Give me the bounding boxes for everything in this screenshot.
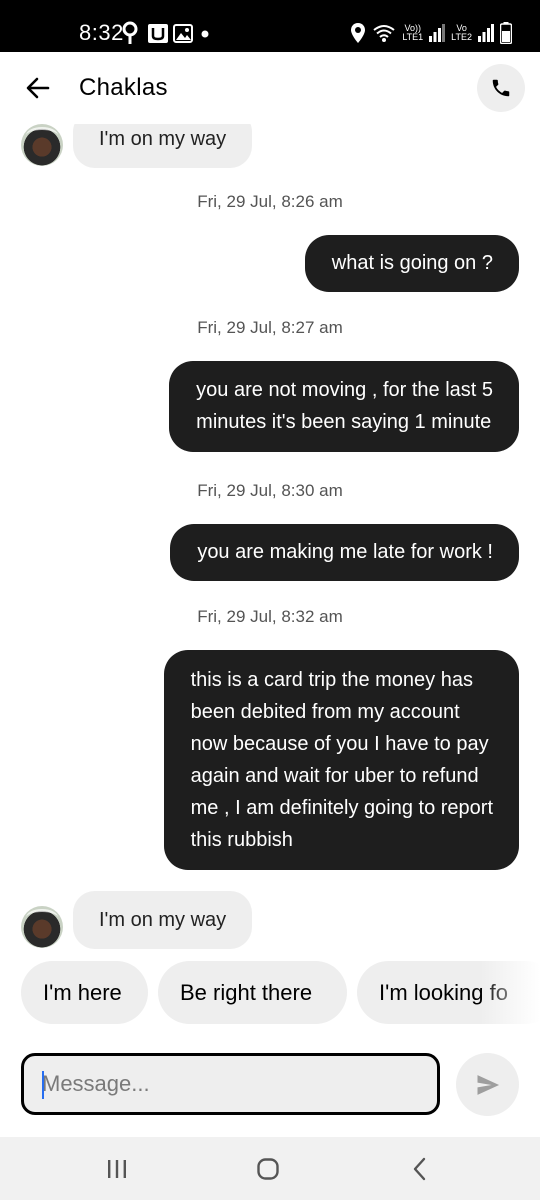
send-icon [477, 1074, 499, 1095]
nav-back-button[interactable] [400, 1151, 440, 1187]
message-input[interactable] [42, 1056, 422, 1112]
call-button[interactable] [477, 64, 525, 112]
system-nav-bar [0, 1137, 540, 1200]
recent-apps-icon [108, 1160, 126, 1178]
contact-name: Chaklas [79, 74, 168, 101]
timestamp: Fri, 29 Jul, 8:32 am [197, 607, 343, 626]
quick-replies: I'm here Be right there I'm looking fo [0, 961, 540, 1025]
phone-icon [492, 79, 510, 97]
status-bar: 8:32 Vo)) LTE1 Vo LTE2 [0, 0, 540, 52]
message-line: now because of you I have to pay [190, 733, 489, 755]
quick-reply-chip[interactable]: Be right there [158, 961, 347, 1024]
incoming-message: I'm on my way [73, 124, 253, 168]
image-icon [173, 24, 193, 43]
quick-reply-chip[interactable]: I'm looking fo [357, 961, 540, 1024]
signal-icon [429, 24, 446, 42]
quick-reply-chip[interactable]: I'm here [21, 961, 148, 1024]
wifi-icon [373, 25, 395, 42]
avatar [21, 124, 63, 166]
message-line: this is a card trip the money has [190, 669, 473, 691]
timestamp: Fri, 29 Jul, 8:27 am [197, 318, 343, 337]
home-icon [257, 1158, 279, 1180]
status-indicators: Vo)) LTE1 Vo LTE2 [350, 20, 512, 46]
timestamp: Fri, 29 Jul, 8:26 am [197, 192, 343, 211]
network-2: Vo LTE2 [451, 24, 472, 42]
back-button[interactable] [18, 68, 58, 108]
incoming-message: I'm on my way [73, 891, 253, 949]
network-1-label: LTE1 [402, 32, 424, 42]
battery-icon [500, 22, 512, 44]
signal-icon-2 [478, 24, 494, 42]
network-1: Vo)) LTE1 [402, 24, 423, 42]
send-button[interactable] [456, 1053, 519, 1116]
message-line: been debited from my account [190, 701, 460, 723]
outgoing-message: what is going on ? [304, 235, 519, 292]
text-caret [42, 1071, 44, 1099]
location-pin-icon [122, 21, 138, 44]
back-icon [413, 1157, 426, 1181]
recent-apps-button[interactable] [97, 1151, 137, 1187]
message-list[interactable]: I'm on my way Fri, 29 Jul, 8:26 am what … [0, 124, 540, 954]
network-2-label: LTE2 [451, 32, 472, 42]
outgoing-message: you are making me late for work ! [170, 524, 519, 581]
location-icon [351, 23, 366, 43]
arrow-left-icon [26, 77, 50, 99]
message-line: this rubbish [190, 829, 293, 851]
avatar [21, 906, 63, 948]
message-line: me , I am definitely going to report [190, 797, 493, 819]
message-compose[interactable] [21, 1053, 440, 1115]
message-line: again and wait for uber to refund [190, 765, 479, 787]
outgoing-message: you are not moving , for the last 5 minu… [169, 361, 519, 452]
message-line: you are not moving , for the last 5 [196, 379, 493, 401]
status-time: 8:32 [79, 20, 124, 45]
home-button[interactable] [248, 1151, 288, 1187]
timestamp: Fri, 29 Jul, 8:30 am [197, 481, 343, 500]
u-app-icon [148, 24, 168, 43]
outgoing-message: this is a card trip the money has been d… [163, 650, 519, 870]
dot-icon [201, 30, 209, 38]
message-line: minutes it's been saying 1 minute [196, 411, 492, 433]
chat-header: Chaklas [0, 52, 540, 124]
